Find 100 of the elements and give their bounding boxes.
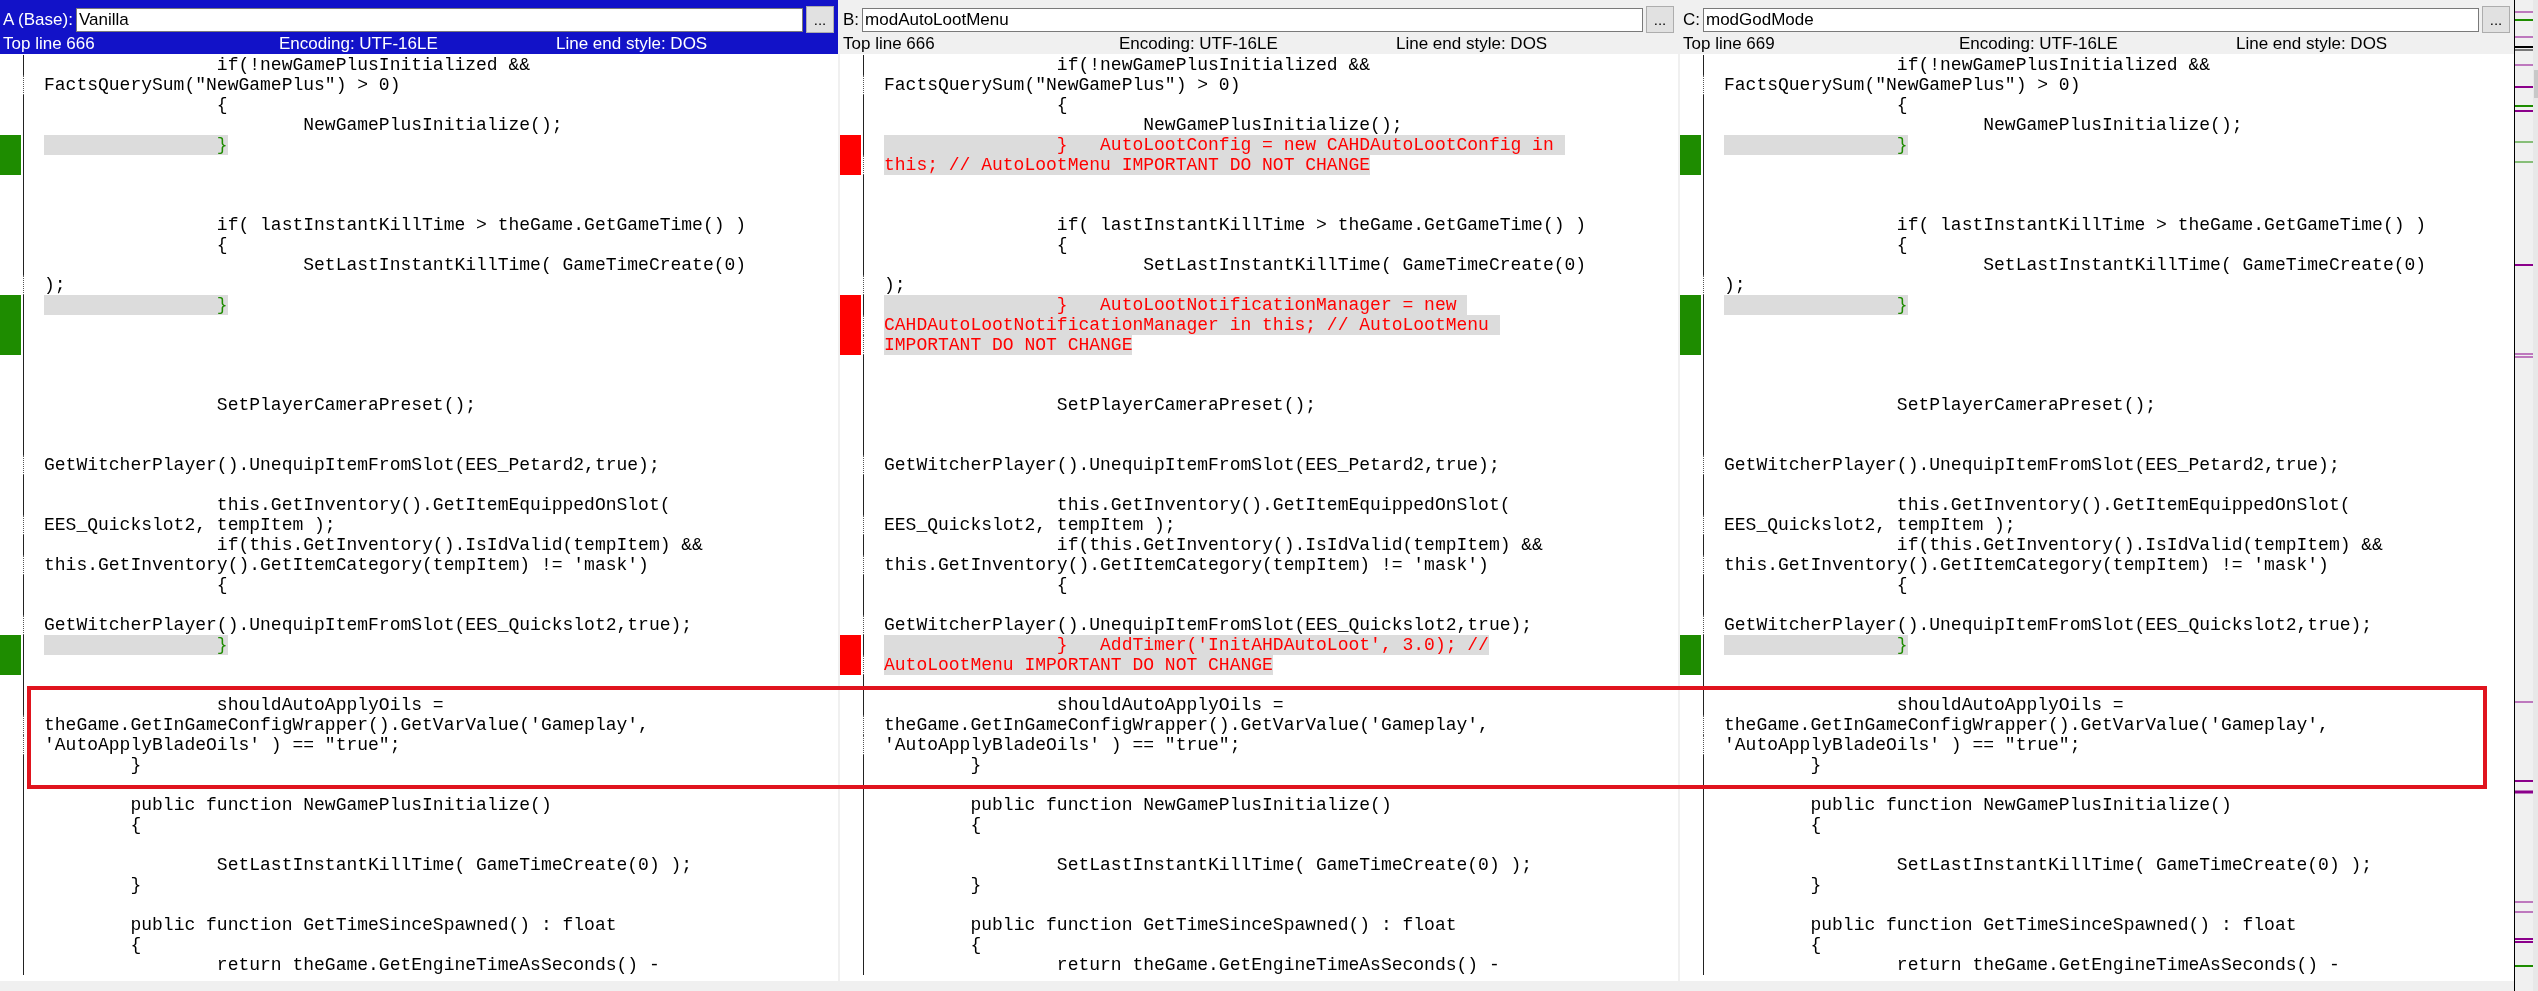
code-line: SetLastInstantKillTime( GameTimeCreate(0)	[302, 255, 747, 275]
code-line: theGame.GetInGameConfigWrapper().GetVarValue('Gameplay',	[44, 715, 649, 735]
code-line: public function GetTimeSinceSpawned() : float	[969, 915, 1457, 935]
code-line: if(!newGamePlusInitialized &&	[1055, 55, 1371, 75]
code-line: GetWitcherPlayer().UnequipItemFromSlot(EES_Petard2,true);	[1724, 455, 2340, 475]
browse-button[interactable]: ...	[2482, 6, 2510, 33]
code-line: 'AutoApplyBladeOils' ) == "true";	[1724, 735, 2081, 755]
code-line: if(!newGamePlusInitialized &&	[215, 55, 531, 75]
code-line: EES_Quickslot2, tempItem );	[1724, 515, 2016, 535]
code-line: return theGame.GetEngineTimeAsSeconds() -	[1055, 955, 1500, 975]
code-line: this.GetInventory().GetItemEquippedOnSlot(	[1895, 495, 2351, 515]
code-line: SetLastInstantKillTime( GameTimeCreate(0)	[1142, 255, 1587, 275]
browse-button[interactable]: ...	[806, 6, 834, 33]
code-line: 'AutoApplyBladeOils' ) == "true";	[884, 735, 1241, 755]
code-line: }	[1809, 875, 1822, 895]
code-line: }	[969, 755, 982, 775]
scrollbar-thumb[interactable]	[2534, 70, 2538, 98]
code-line: shouldAutoApplyOils =	[1895, 695, 2124, 715]
code-line: if( lastInstantKillTime > theGame.GetGameTime() )	[1895, 215, 2427, 235]
code-line: FactsQuerySum("NewGamePlus") > 0)	[1724, 75, 2081, 95]
code-line: if(this.GetInventory().IsIdValid(tempItem) &&	[215, 535, 703, 555]
code-line: FactsQuerySum("NewGamePlus") > 0)	[44, 75, 401, 95]
code-line: {	[1895, 235, 1908, 255]
code-line: this.GetInventory().GetItemEquippedOnSlot(	[1055, 495, 1511, 515]
code-line: {	[1895, 575, 1908, 595]
code-line: GetWitcherPlayer().UnequipItemFromSlot(EES_Petard2,true);	[884, 455, 1500, 475]
code-line: {	[969, 935, 982, 955]
code-line: {	[1055, 575, 1068, 595]
code-line: shouldAutoApplyOils =	[1055, 695, 1284, 715]
code-line: theGame.GetInGameConfigWrapper().GetVarValue('Gameplay',	[1724, 715, 2329, 735]
code-line: SetPlayerCameraPreset();	[215, 395, 477, 415]
code-line: }	[129, 875, 142, 895]
code-line: public function NewGamePlusInitialize()	[1809, 795, 2232, 815]
code-line: EES_Quickslot2, tempItem );	[884, 515, 1176, 535]
code-line: {	[1055, 235, 1068, 255]
code-line: if(this.GetInventory().IsIdValid(tempItem) &&	[1895, 535, 2383, 555]
code-line: }	[1809, 755, 1822, 775]
code-line: public function NewGamePlusInitialize()	[129, 795, 552, 815]
code-line: if( lastInstantKillTime > theGame.GetGameTime() )	[1055, 215, 1587, 235]
code-line: }	[129, 755, 142, 775]
file-label: A (Base):	[3, 9, 73, 30]
code-line: {	[215, 575, 228, 595]
code-line: {	[129, 815, 142, 835]
code-line: {	[215, 95, 228, 115]
code-line: NewGamePlusInitialize();	[1982, 115, 2243, 135]
code-line: return theGame.GetEngineTimeAsSeconds() -	[215, 955, 660, 975]
code-line: {	[969, 815, 982, 835]
top-line-label: Top line 666	[843, 33, 936, 54]
code-line: NewGamePlusInitialize();	[1142, 115, 1403, 135]
code-line: SetLastInstantKillTime( GameTimeCreate(0) );	[215, 855, 693, 875]
code-line: SetLastInstantKillTime( GameTimeCreate(0) );	[1055, 855, 1533, 875]
code-line: );	[44, 275, 66, 295]
code-line: public function NewGamePlusInitialize()	[969, 795, 1392, 815]
encoding-label: Encoding: UTF-16LE	[279, 33, 439, 54]
line-end-label: Line end style: DOS	[1396, 33, 1549, 54]
code-line: );	[884, 275, 906, 295]
code-line: public function GetTimeSinceSpawned() : float	[129, 915, 617, 935]
code-line: GetWitcherPlayer().UnequipItemFromSlot(EES_Quickslot2,true);	[1724, 615, 2373, 635]
code-line: this.GetInventory().GetItemCategory(tempItem) != 'mask')	[884, 555, 1489, 575]
code-line: GetWitcherPlayer().UnequipItemFromSlot(EES_Petard2,true);	[44, 455, 660, 475]
file-label: C:	[1683, 9, 1700, 30]
code-line: 'AutoApplyBladeOils' ) == "true";	[44, 735, 401, 755]
code-line: SetPlayerCameraPreset();	[1055, 395, 1317, 415]
code-line: EES_Quickslot2, tempItem );	[44, 515, 336, 535]
code-line: {	[215, 235, 228, 255]
code-line: shouldAutoApplyOils =	[215, 695, 444, 715]
code-line: if(this.GetInventory().IsIdValid(tempItem) &&	[1055, 535, 1543, 555]
code-line: }	[969, 875, 982, 895]
code-line: {	[1809, 935, 1822, 955]
encoding-label: Encoding: UTF-16LE	[1119, 33, 1279, 54]
browse-button[interactable]: ...	[1646, 6, 1674, 33]
code-line: {	[1809, 815, 1822, 835]
file-name-field[interactable]: modAutoLootMenu	[862, 7, 1643, 32]
code-line: {	[1055, 95, 1068, 115]
encoding-label: Encoding: UTF-16LE	[1959, 33, 2119, 54]
code-line: if(!newGamePlusInitialized &&	[1895, 55, 2211, 75]
file-name-field[interactable]: modGodMode	[1703, 7, 2479, 32]
code-line: this.GetInventory().GetItemEquippedOnSlot(	[215, 495, 671, 515]
code-line: GetWitcherPlayer().UnequipItemFromSlot(EES_Quickslot2,true);	[884, 615, 1533, 635]
code-line: this.GetInventory().GetItemCategory(tempItem) != 'mask')	[1724, 555, 2329, 575]
file-label: B:	[843, 9, 860, 30]
code-line: theGame.GetInGameConfigWrapper().GetVarValue('Gameplay',	[884, 715, 1489, 735]
top-line-label: Top line 666	[3, 33, 96, 54]
code-line: if( lastInstantKillTime > theGame.GetGameTime() )	[215, 215, 747, 235]
code-line: FactsQuerySum("NewGamePlus") > 0)	[884, 75, 1241, 95]
code-line: return theGame.GetEngineTimeAsSeconds() -	[1895, 955, 2340, 975]
code-line: SetLastInstantKillTime( GameTimeCreate(0) );	[1895, 855, 2373, 875]
code-line: NewGamePlusInitialize();	[302, 115, 563, 135]
code-line: );	[1724, 275, 1746, 295]
line-end-label: Line end style: DOS	[2236, 33, 2389, 54]
code-line: SetLastInstantKillTime( GameTimeCreate(0)	[1982, 255, 2427, 275]
top-line-label: Top line 669	[1683, 33, 1776, 54]
code-line: public function GetTimeSinceSpawned() : float	[1809, 915, 2297, 935]
code-line: SetPlayerCameraPreset();	[1895, 395, 2157, 415]
code-line: GetWitcherPlayer().UnequipItemFromSlot(EES_Quickslot2,true);	[44, 615, 693, 635]
code-line: this.GetInventory().GetItemCategory(tempItem) != 'mask')	[44, 555, 649, 575]
file-name-field[interactable]: Vanilla	[75, 7, 803, 32]
code-line: {	[129, 935, 142, 955]
line-end-label: Line end style: DOS	[556, 33, 709, 54]
code-line: {	[1895, 95, 1908, 115]
